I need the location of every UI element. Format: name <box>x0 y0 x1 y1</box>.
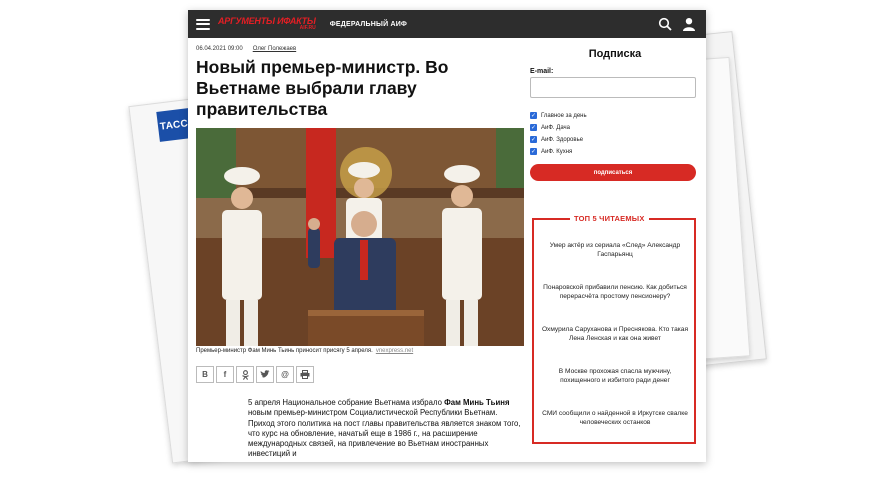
checkbox-row[interactable]: ✓ АиФ. Кухня <box>530 148 700 155</box>
hamburger-menu-icon[interactable] <box>196 18 210 30</box>
top5-list: Умер актёр из сериала «След» Александр Г… <box>538 230 692 440</box>
article-photo <box>196 128 524 346</box>
body-start: 5 апреля Национальное собрание Вьетнама … <box>248 398 445 407</box>
twitter-share-button[interactable] <box>256 366 274 383</box>
print-button[interactable] <box>296 366 314 383</box>
caption-source-link[interactable]: vnexpress.net <box>376 348 413 354</box>
checkbox-label: АиФ. Дача <box>541 124 570 131</box>
article-page: АРГУМЕНТЫ ИФАКТЫ AIF.RU ФЕДЕРАЛЬНЫЙ АИФ … <box>188 10 706 462</box>
body-rest: новым премьер-министром Социалистической… <box>248 408 521 459</box>
section-link[interactable]: ФЕДЕРАЛЬНЫЙ АИФ <box>330 21 407 28</box>
article-meta: 06.04.2021 09:00 Олег Полежаев <box>196 46 526 52</box>
photo-caption: Премьер-министр Фам Минь Тьинь приносит … <box>196 348 413 354</box>
user-icon[interactable] <box>682 17 696 31</box>
search-icon[interactable] <box>658 17 672 31</box>
email-input[interactable] <box>530 77 696 98</box>
tass-logo: ТАСС <box>156 108 192 142</box>
article-author-link[interactable]: Олег Полежаев <box>253 46 296 52</box>
subscribe-button[interactable]: подписаться <box>530 164 696 181</box>
article-headline: Новый премьер-министр. Во Вьетнаме выбра… <box>196 57 449 119</box>
article-date: 06.04.2021 09:00 <box>196 46 243 52</box>
article-body: 5 апреля Национальное собрание Вьетнама … <box>248 398 526 460</box>
checkbox-label: АиФ. Здоровье <box>541 136 584 143</box>
top5-box: ТОП 5 ЧИТАЕМЫХ Умер актёр из сериала «Сл… <box>532 214 696 444</box>
twitter-icon <box>260 370 270 378</box>
checkbox-checked-icon[interactable]: ✓ <box>530 124 537 131</box>
top5-item-link[interactable]: Охмурила Саруханова и Преснякова. Кто та… <box>538 314 692 356</box>
logo-sub-text: AIF.RU <box>299 25 316 31</box>
top-navigation-bar: АРГУМЕНТЫ ИФАКТЫ AIF.RU ФЕДЕРАЛЬНЫЙ АИФ <box>188 10 706 38</box>
body-bold-name: Фам Минь Тьиня <box>444 398 510 407</box>
top5-item-link[interactable]: В Москве прохожая спасла мужчину, похище… <box>538 356 692 398</box>
email-label: E-mail: <box>530 68 554 75</box>
sidebar: Подписка E-mail: ✓ Главное за день ✓ АиФ. … <box>530 48 700 444</box>
facebook-share-button[interactable]: f <box>216 366 234 383</box>
odnoklassniki-icon <box>241 369 249 380</box>
share-buttons: В f @ <box>196 366 314 383</box>
checkbox-label: Главное за день <box>541 112 587 119</box>
top5-item-link[interactable]: Умер актёр из сериала «След» Александр Г… <box>538 230 692 272</box>
checkbox-label: АиФ. Кухня <box>541 148 573 155</box>
top5-item-link[interactable]: СМИ сообщили о найденной в Иркутске свал… <box>538 398 692 440</box>
vk-icon: В <box>202 370 208 379</box>
caption-text: Премьер-министр Фам Минь Тьинь приносит … <box>196 348 373 354</box>
checkbox-row[interactable]: ✓ АиФ. Дача <box>530 124 700 131</box>
checkbox-row[interactable]: ✓ Главное за день <box>530 112 700 119</box>
odnoklassniki-share-button[interactable] <box>236 366 254 383</box>
mail-icon: @ <box>281 370 289 379</box>
email-share-button[interactable]: @ <box>276 366 294 383</box>
vk-share-button[interactable]: В <box>196 366 214 383</box>
site-logo[interactable]: АРГУМЕНТЫ ИФАКТЫ AIF.RU <box>218 17 316 31</box>
top5-title: ТОП 5 ЧИТАЕМЫХ <box>570 214 649 223</box>
checkbox-checked-icon[interactable]: ✓ <box>530 136 537 143</box>
print-icon <box>300 370 310 379</box>
subscription-options: ✓ Главное за день ✓ АиФ. Дача ✓ АиФ. Здоров… <box>530 112 700 155</box>
photo-illustration <box>196 128 524 346</box>
subscription-title: Подписка <box>588 48 642 60</box>
top5-item-link[interactable]: Понаровской прибавили пенсию. Как добить… <box>538 272 692 314</box>
checkbox-checked-icon[interactable]: ✓ <box>530 148 537 155</box>
article-header: 06.04.2021 09:00 Олег Полежаев Новый пре… <box>196 46 526 120</box>
checkbox-checked-icon[interactable]: ✓ <box>530 112 537 119</box>
checkbox-row[interactable]: ✓ АиФ. Здоровье <box>530 136 700 143</box>
facebook-icon: f <box>223 370 227 379</box>
